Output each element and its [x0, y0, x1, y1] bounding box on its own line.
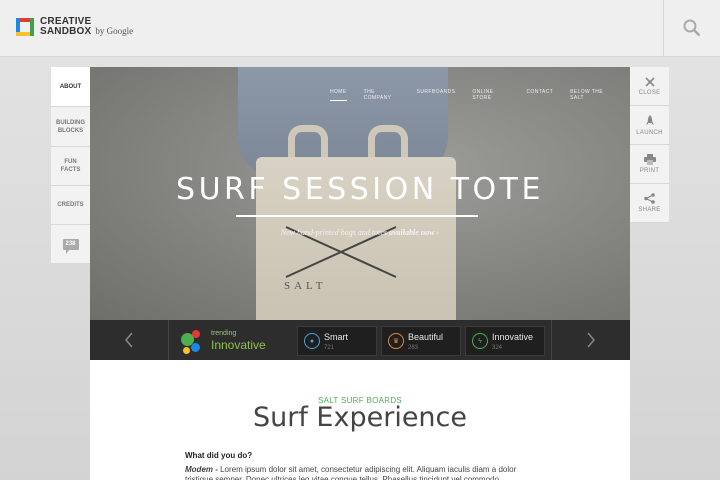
sidebar-item-label: ABOUT	[59, 83, 82, 90]
sidebar-item-fun-facts[interactable]: FUN FACTS	[51, 147, 90, 186]
rocket-icon	[645, 114, 654, 125]
article-body-lead: Modem -	[185, 465, 221, 474]
close-button[interactable]: CLOSE	[630, 67, 669, 106]
print-button[interactable]: PRINT	[630, 145, 669, 184]
close-label: CLOSE	[638, 89, 661, 96]
article-body-text: Lorem ipsum dolor sit amet, consectetur …	[220, 465, 517, 474]
article-question: What did you do?	[185, 451, 253, 460]
next-button[interactable]	[551, 320, 630, 360]
tag-name: Beautiful	[408, 332, 444, 342]
article-content: SALT SURF BOARDS Surf Experience What di…	[90, 360, 630, 480]
hero-nav-home[interactable]: HOME	[330, 89, 347, 101]
hero-banner: SALT HOME THE COMPANY SURFBOARDS ONLINE …	[90, 67, 630, 320]
google-color-square-icon	[16, 18, 34, 36]
hero-nav-online-store[interactable]: ONLINE STORE	[472, 89, 509, 101]
logo-line2: SANDBOX	[40, 26, 92, 37]
hero-nav-surfboards[interactable]: SURFBOARDS	[417, 89, 456, 101]
crown-icon: ♛	[388, 333, 404, 349]
search-icon	[683, 19, 701, 37]
tag-beautiful[interactable]: ♛ Beautiful 263	[381, 326, 461, 356]
hero-site-nav: HOME THE COMPANY SURFBOARDS ONLINE STORE…	[330, 89, 630, 101]
hero-nav-company[interactable]: THE COMPANY	[364, 89, 400, 101]
tag-count: 721	[324, 345, 335, 351]
sidebar-item-credits[interactable]: CREDITS	[51, 186, 90, 225]
share-label: SHARE	[638, 207, 661, 213]
close-icon	[644, 76, 655, 87]
logo-by-google: by Google	[95, 26, 134, 36]
hero-subtitle-text: New hand-printed bags and totes	[280, 228, 389, 237]
trending-dots-icon	[181, 327, 205, 355]
previous-button[interactable]	[90, 320, 169, 360]
hero-subtitle-link[interactable]: available now ›	[389, 228, 439, 237]
sidebar-item-label: BUILDING BLOCKS	[56, 119, 85, 134]
sidebar-item-label: FUN FACTS	[60, 159, 81, 173]
chevron-left-icon	[125, 332, 133, 348]
hero-nav-below-the-salt[interactable]: BELOW THE SALT	[570, 89, 613, 101]
logo-text: CREATIVE SANDBOX	[40, 17, 91, 37]
launch-label: LAUNCH	[636, 129, 663, 136]
tag-innovative[interactable]: ϟ Innovative 324	[465, 326, 545, 356]
tote-brand-text: SALT	[284, 280, 327, 292]
article-body-cut: tristique semper. Donec ultrices leo vit…	[185, 475, 499, 480]
left-sidebar: ABOUT BUILDING BLOCKS FUN FACTS CREDITS …	[51, 67, 90, 264]
print-icon	[643, 154, 656, 165]
creative-sandbox-logo[interactable]: CREATIVE SANDBOX by Google	[16, 17, 133, 37]
trending-label: trending	[211, 330, 237, 337]
share-icon	[644, 193, 655, 204]
hero-nav-contact[interactable]: CONTACT	[526, 89, 553, 101]
article-body: Modem - Lorem ipsum dolor sit amet, cons…	[185, 464, 530, 475]
sidebar-item-label: CREDITS	[57, 202, 84, 208]
lightbulb-icon: ●	[304, 333, 320, 349]
print-label: PRINT	[639, 168, 660, 174]
share-button[interactable]: SHARE	[630, 184, 669, 223]
trending-value: Innovative	[211, 338, 266, 352]
sidebar-item-building-blocks[interactable]: BUILDING BLOCKS	[51, 107, 90, 147]
launch-button[interactable]: LAUNCH	[630, 106, 669, 145]
hero-divider	[236, 215, 478, 217]
lightning-icon: ϟ	[472, 333, 488, 349]
tag-name: Smart	[324, 332, 349, 342]
tag-smart[interactable]: ● Smart 721	[297, 326, 377, 356]
tag-count: 324	[492, 345, 503, 351]
article-headline: Surf Experience	[252, 402, 467, 433]
search-button[interactable]	[663, 0, 720, 56]
trending-indicator: trending Innovative	[181, 326, 281, 354]
hero-title: SURF SESSION TOTE	[176, 172, 544, 207]
hero-subtitle[interactable]: New hand-printed bags and totes availabl…	[90, 228, 630, 237]
top-header: CREATIVE SANDBOX by Google	[0, 0, 720, 57]
chevron-right-icon	[587, 332, 595, 348]
sidebar-item-comments[interactable]: 238	[51, 225, 90, 264]
sidebar-item-about[interactable]: ABOUT	[51, 67, 90, 107]
tag-count: 263	[408, 345, 419, 351]
trending-strip: trending Innovative ● Smart 721 ♛ Beauti…	[90, 320, 630, 360]
right-toolbar: CLOSE LAUNCH PRINT SHARE	[630, 67, 669, 223]
comment-bubble-icon: 238	[62, 238, 79, 254]
tag-name: Innovative	[492, 332, 534, 342]
